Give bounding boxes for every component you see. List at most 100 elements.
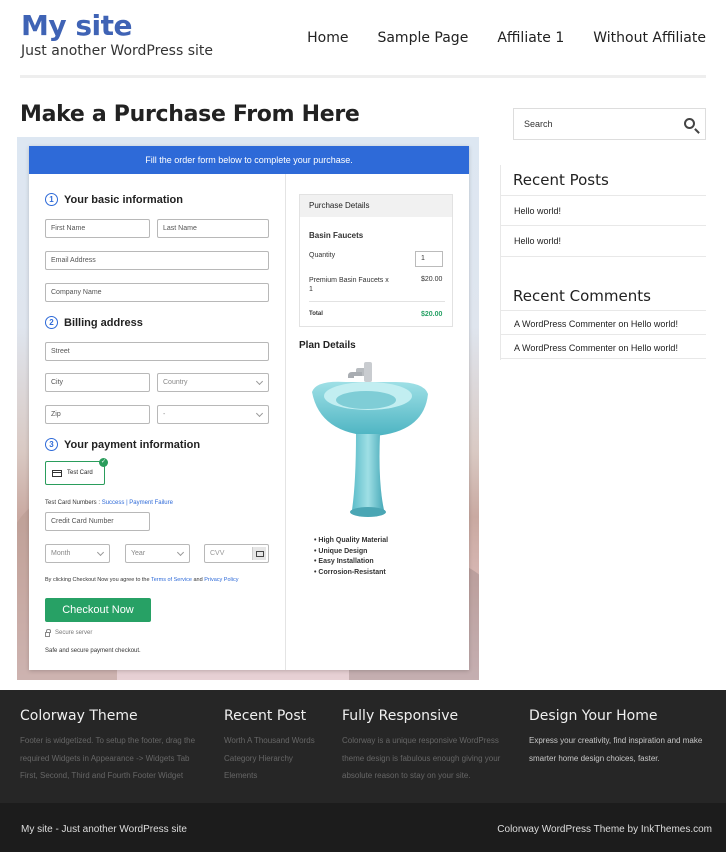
footer-credit-link[interactable]: Colorway WordPress Theme by InkThemes.co… <box>497 824 712 835</box>
test-card-option[interactable]: Test Card ✓ <box>45 458 108 485</box>
search-placeholder: Search <box>524 119 553 129</box>
footer-bottom-bar: My site - Just another WordPress site Co… <box>0 803 726 852</box>
total-divider <box>309 301 445 302</box>
step-payment: 3 Your payment information <box>45 438 200 451</box>
step-payment-title: Your payment information <box>64 438 201 451</box>
terms-notice: By clicking Checkout Now you agree to th… <box>45 577 238 583</box>
footer-col-text: Footer is widgetized. To setup the foote… <box>20 736 196 780</box>
cvv-card-icon <box>252 547 266 560</box>
test-card-label: Test Card <box>67 470 93 476</box>
comment-author-link[interactable]: A WordPress Commenter <box>514 343 616 353</box>
cvv-placeholder: CVV <box>210 550 225 557</box>
year-select[interactable]: Year <box>125 544 190 563</box>
total-label: Total <box>309 311 323 317</box>
footer-col-design: Design Your Home Express your creativity… <box>529 708 702 767</box>
terms-prefix: By clicking Checkout Now you agree to th… <box>45 577 150 583</box>
card-number-field[interactable]: Credit Card Number <box>45 512 150 531</box>
footer-col-title: Design Your Home <box>529 708 658 724</box>
terms-and: and <box>193 577 203 583</box>
order-form-banner: Fill the order form below to complete yo… <box>29 146 469 174</box>
header-divider <box>20 75 706 78</box>
site-tagline: Just another WordPress site <box>21 43 214 59</box>
total-value: $20.00 <box>421 311 443 318</box>
line-item-name: Premium Basin Faucets x <box>309 277 389 284</box>
nav-home[interactable]: Home <box>307 30 348 46</box>
recent-comment-item: A WordPress Commenter on Hello world! <box>514 319 678 329</box>
footer-col-text: Express your creativity, find inspiratio… <box>529 736 703 763</box>
credit-card-icon <box>52 469 62 477</box>
sidebar-divider <box>500 256 706 257</box>
comment-post-link[interactable]: Hello world! <box>631 343 678 353</box>
footer-post-link[interactable]: Elements <box>224 771 257 780</box>
street-field[interactable]: Street <box>45 342 269 361</box>
safe-checkout-note: Safe and secure payment checkout. <box>45 648 141 654</box>
sidebar-divider <box>500 310 706 311</box>
site-header: My site Just another WordPress site Home… <box>0 0 726 80</box>
page-title: Make a Purchase From Here <box>20 102 360 127</box>
success-link[interactable]: Success <box>102 500 125 506</box>
zip-field[interactable]: Zip <box>45 405 150 424</box>
step-number-icon: 1 <box>45 193 58 206</box>
search-icon[interactable] <box>684 118 695 129</box>
comment-post-link[interactable]: Hello world! <box>631 319 678 329</box>
comment-author-link[interactable]: A WordPress Commenter <box>514 319 616 329</box>
first-name-field[interactable]: First Name <box>45 219 150 238</box>
payment-failure-link[interactable]: Payment Failure <box>129 500 173 506</box>
company-field[interactable]: Company Name <box>45 283 269 302</box>
month-select[interactable]: Month <box>45 544 110 563</box>
lock-icon <box>45 628 51 637</box>
search-input[interactable]: Search <box>513 108 706 140</box>
feature-item: • High Quality Material <box>314 537 389 544</box>
line-item-price: $20.00 <box>421 276 443 283</box>
privacy-link[interactable]: Privacy Policy <box>204 577 238 583</box>
recent-post-link[interactable]: Hello world! <box>514 206 561 216</box>
order-form-column: 1 Your basic information First Name Last… <box>29 174 286 670</box>
step-billing-title: Billing address <box>64 316 143 329</box>
plan-details-title: Plan Details <box>299 340 356 351</box>
sidebar-divider <box>500 358 706 359</box>
footer-col-recent-post: Recent Post Worth A Thousand Words Categ… <box>224 708 315 785</box>
city-field[interactable]: City <box>45 373 150 392</box>
footer-col-responsive: Fully Responsive Colorway is a unique re… <box>342 708 500 785</box>
checkout-now-button[interactable]: Checkout Now <box>45 598 151 622</box>
feature-item: • Unique Design <box>314 547 368 555</box>
nav-affiliate-1[interactable]: Affiliate 1 <box>497 30 564 46</box>
email-field[interactable]: Email Address <box>45 251 269 270</box>
sidebar-divider <box>500 225 706 226</box>
purchase-summary-column: Purchase Details Basin Faucets Quantity … <box>286 174 469 670</box>
footer-post-link[interactable]: Category Hierarchy <box>224 754 293 763</box>
quantity-label: Quantity <box>309 252 336 259</box>
checkmark-icon: ✓ <box>99 458 108 467</box>
recent-comments-title: Recent Comments <box>513 287 651 305</box>
line-item-qty: 1 <box>309 286 313 293</box>
test-numbers-label: Test Card Numbers : <box>45 500 101 506</box>
footer-col-title: Colorway Theme <box>20 708 138 724</box>
recent-comment-item: A WordPress Commenter on Hello world! <box>514 343 678 353</box>
quantity-input[interactable]: 1 <box>415 251 443 267</box>
cvv-field[interactable]: CVV <box>204 544 269 563</box>
line-item: Premium Basin Faucets x 1 <box>309 276 414 294</box>
footer-col-title: Recent Post <box>224 708 307 724</box>
purchase-details-box: Purchase Details Basin Faucets Quantity … <box>299 194 453 327</box>
product-name: Basin Faucets <box>309 231 364 240</box>
country-select[interactable]: Country <box>157 373 269 392</box>
recent-posts-title: Recent Posts <box>513 171 609 189</box>
nav-sample-page[interactable]: Sample Page <box>377 30 468 46</box>
step-billing: 2 Billing address <box>45 316 143 329</box>
purchase-details-heading: Purchase Details <box>300 195 452 217</box>
terms-link[interactable]: Terms of Service <box>151 577 192 583</box>
recent-post-link[interactable]: Hello world! <box>514 236 561 246</box>
comment-on: on <box>618 319 629 329</box>
link-separator: | <box>126 500 128 506</box>
last-name-field[interactable]: Last Name <box>157 219 269 238</box>
footer-site-link[interactable]: My site - Just another WordPress site <box>21 824 187 835</box>
nav-without-affiliate[interactable]: Without Affiliate <box>593 30 706 46</box>
footer-col-title: Fully Responsive <box>342 708 459 724</box>
footer-post-link[interactable]: Worth A Thousand Words <box>224 736 315 745</box>
state-select[interactable]: - <box>157 405 269 424</box>
test-card-numbers: Test Card Numbers : Success | Payment Fa… <box>45 500 173 506</box>
sidebar-divider <box>500 195 706 196</box>
site-title[interactable]: My site <box>21 9 133 42</box>
footer-col-text: Colorway is a unique responsive WordPres… <box>342 736 501 780</box>
step-basic-info-title: Your basic information <box>64 193 183 206</box>
